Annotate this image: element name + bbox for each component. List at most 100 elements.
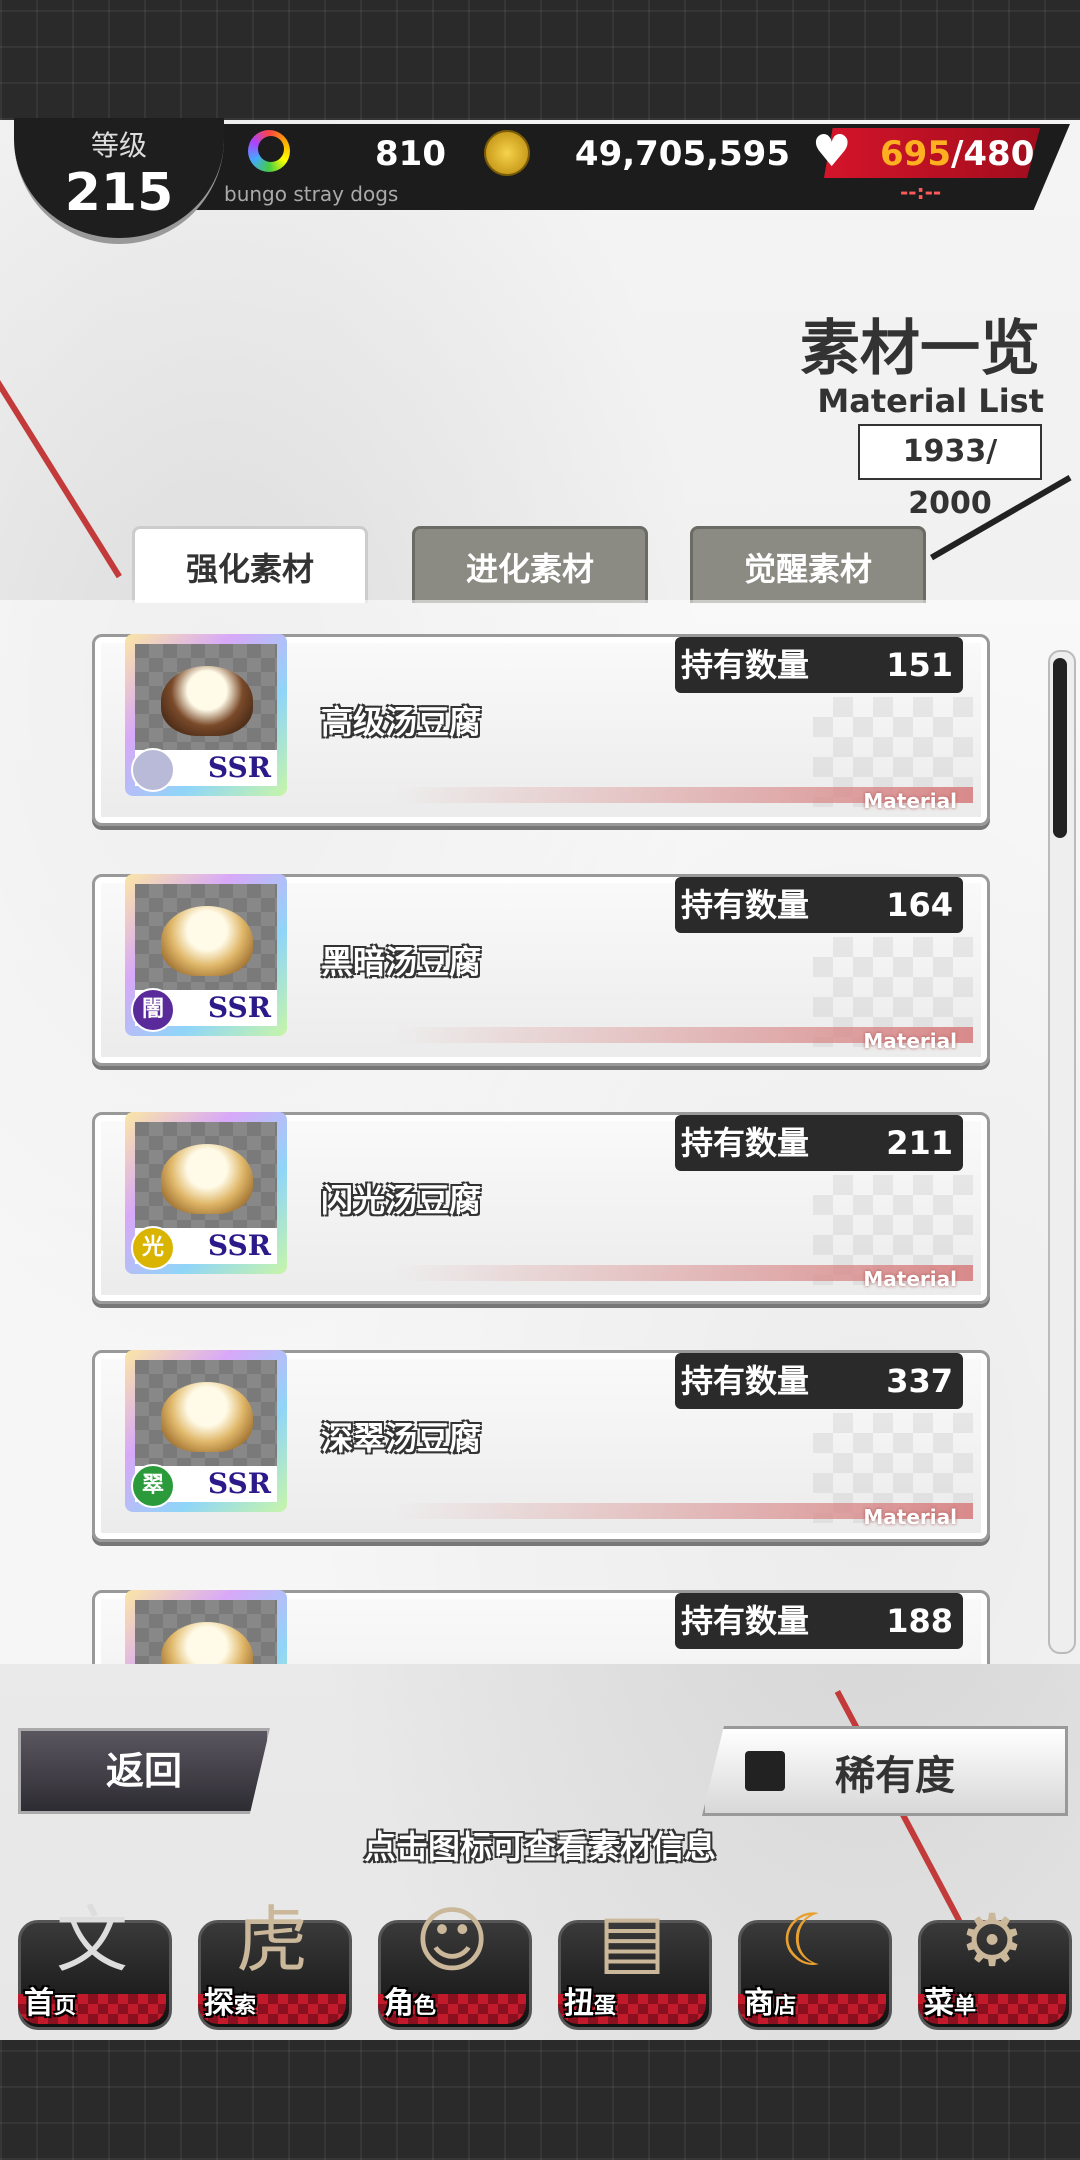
qty-box: 持有数量 151 <box>675 637 963 693</box>
rarity-sort-button[interactable]: 稀有度 <box>702 1726 1068 1816</box>
tofu-pot-icon <box>161 1144 253 1214</box>
tofu-pot-icon <box>161 906 253 976</box>
nav-label-main: 探 <box>204 1986 234 2021</box>
rarity-sort-label: 稀有度 <box>835 1753 955 1799</box>
gem-icon <box>248 130 290 172</box>
tofu-pot-icon <box>161 1382 253 1452</box>
qty-label: 持有数量 <box>681 1124 810 1162</box>
coin-count: 49,705,595 <box>574 134 790 174</box>
qty-box: 持有数量 188 <box>675 1593 963 1649</box>
list-item[interactable]: Material SSR 光 闪光汤豆腐 持有数量 211 <box>92 1112 990 1304</box>
tab-awaken-materials[interactable]: 觉醒素材 <box>690 526 926 603</box>
rarity-badge: SSR <box>207 991 271 1024</box>
card-material-label: Material <box>863 789 957 813</box>
rarity-badge: SSR <box>207 1467 271 1500</box>
ap-max: /480 <box>950 134 1035 174</box>
qty-value: 188 <box>886 1602 953 1640</box>
nav-label-sub: 色 <box>414 1994 437 2019</box>
gem-count: 810 <box>375 134 446 174</box>
qty-value: 151 <box>886 646 953 684</box>
attribute-badge: 翠 <box>131 1464 175 1508</box>
list-item[interactable]: Material SSR 闇 黑暗汤豆腐 持有数量 164 <box>92 874 990 1066</box>
tab-enhance-materials[interactable]: 强化素材 <box>132 526 368 603</box>
qty-value: 337 <box>886 1362 953 1400</box>
item-icon[interactable]: SSR 闇 <box>125 874 287 1036</box>
nav-home[interactable]: 文 首页 <box>10 1892 174 2032</box>
icon-background <box>135 884 277 996</box>
tab-label: 强化素材 <box>185 550 314 588</box>
attribute-badge: 闇 <box>131 988 175 1032</box>
nav-label-sub: 单 <box>954 1994 977 2019</box>
nav-label-main: 首 <box>24 1986 54 2021</box>
nav-label: 扭蛋 <box>564 1978 616 2022</box>
item-name: 高级汤豆腐 <box>321 703 482 741</box>
bottom-frame <box>0 2040 1080 2160</box>
nav-characters[interactable]: ☺ 角色 <box>370 1892 534 2032</box>
gear-icon: ⚙ <box>959 1898 1025 1982</box>
nav-label: 商店 <box>744 1978 796 2022</box>
nav-menu[interactable]: ⚙ 菜单 <box>910 1892 1074 2032</box>
tab-label: 进化素材 <box>465 550 594 588</box>
item-icon[interactable]: SSR 翠 <box>125 1350 287 1512</box>
card-material-label: Material <box>863 1267 957 1291</box>
item-name: 深翠汤豆腐 <box>321 1419 482 1457</box>
level-value: 215 <box>64 163 174 223</box>
qty-box: 持有数量 337 <box>675 1353 963 1409</box>
sort-order-icon <box>745 1751 785 1791</box>
page-subtitle: Material List <box>817 382 1044 420</box>
book-icon: ▤ <box>597 1898 667 1982</box>
page-title: 素材一览 <box>800 314 1040 384</box>
nav-label-main: 扭 <box>564 1986 594 2021</box>
crescent-icon: ☾ <box>779 1898 845 1982</box>
nav-label-sub: 店 <box>774 1994 797 2019</box>
hint-text: 点击图标可查看素材信息 <box>363 1828 716 1866</box>
nav-label: 首页 <box>24 1978 76 2022</box>
attribute-badge <box>131 748 175 792</box>
item-icon[interactable]: SSR 光 <box>125 1112 287 1274</box>
nav-label-main: 菜 <box>924 1986 954 2021</box>
scrollbar[interactable] <box>1048 650 1076 1654</box>
material-list[interactable]: Material SSR 高级汤豆腐 持有数量 151 Material SSR… <box>0 600 1080 1664</box>
rarity-badge: SSR <box>207 1229 271 1262</box>
list-item[interactable]: Material SSR 翠 深翠汤豆腐 持有数量 337 <box>92 1350 990 1542</box>
ap-heart-icon: ♥ <box>812 126 852 177</box>
nav-label: 菜单 <box>924 1978 976 2022</box>
qty-box: 持有数量 211 <box>675 1115 963 1171</box>
qty-label: 持有数量 <box>681 1362 810 1400</box>
scrollbar-thumb[interactable] <box>1053 658 1067 838</box>
list-item[interactable]: 持有数量 188 <box>92 1590 990 1664</box>
card-material-label: Material <box>863 1505 957 1529</box>
list-item[interactable]: Material SSR 高级汤豆腐 持有数量 151 <box>92 634 990 826</box>
icon-background <box>135 1122 277 1234</box>
item-icon[interactable]: SSR <box>125 634 287 796</box>
capacity-counter: 1933/ 2000 <box>858 424 1042 521</box>
qty-value: 164 <box>886 886 953 924</box>
qty-value: 211 <box>886 1124 953 1162</box>
nav-gacha[interactable]: ▤ 扭蛋 <box>550 1892 714 2032</box>
item-icon[interactable] <box>125 1590 287 1664</box>
qty-label: 持有数量 <box>681 886 810 924</box>
icon-background <box>135 1360 277 1472</box>
home-icon: 文 <box>55 1898 128 1982</box>
top-frame <box>0 0 1080 120</box>
ap-display: 695/480 <box>880 130 1034 178</box>
tab-evolve-materials[interactable]: 进化素材 <box>412 526 648 603</box>
icon-background <box>135 1600 277 1664</box>
back-button[interactable]: 返回 <box>18 1728 270 1814</box>
item-name: 黑暗汤豆腐 <box>321 943 482 981</box>
nav-shop[interactable]: ☾ 商店 <box>730 1892 894 2032</box>
tab-label: 觉醒素材 <box>743 550 872 588</box>
tofu-pot-icon <box>161 1622 253 1664</box>
nav-label: 角色 <box>384 1978 436 2022</box>
icon-background <box>135 644 277 756</box>
nav-label-sub: 蛋 <box>594 1994 617 2019</box>
level-label: 等级 <box>90 129 147 162</box>
characters-icon: ☺ <box>414 1898 490 1982</box>
card-material-label: Material <box>863 1029 957 1053</box>
nav-label: 探索 <box>204 1978 256 2022</box>
tiger-icon: 虎 <box>235 1898 308 1982</box>
ap-current: 695 <box>880 134 951 174</box>
nav-label-sub: 页 <box>54 1994 77 2019</box>
game-subtitle: bungo stray dogs <box>224 182 399 206</box>
nav-explore[interactable]: 虎 探索 <box>190 1892 354 2032</box>
